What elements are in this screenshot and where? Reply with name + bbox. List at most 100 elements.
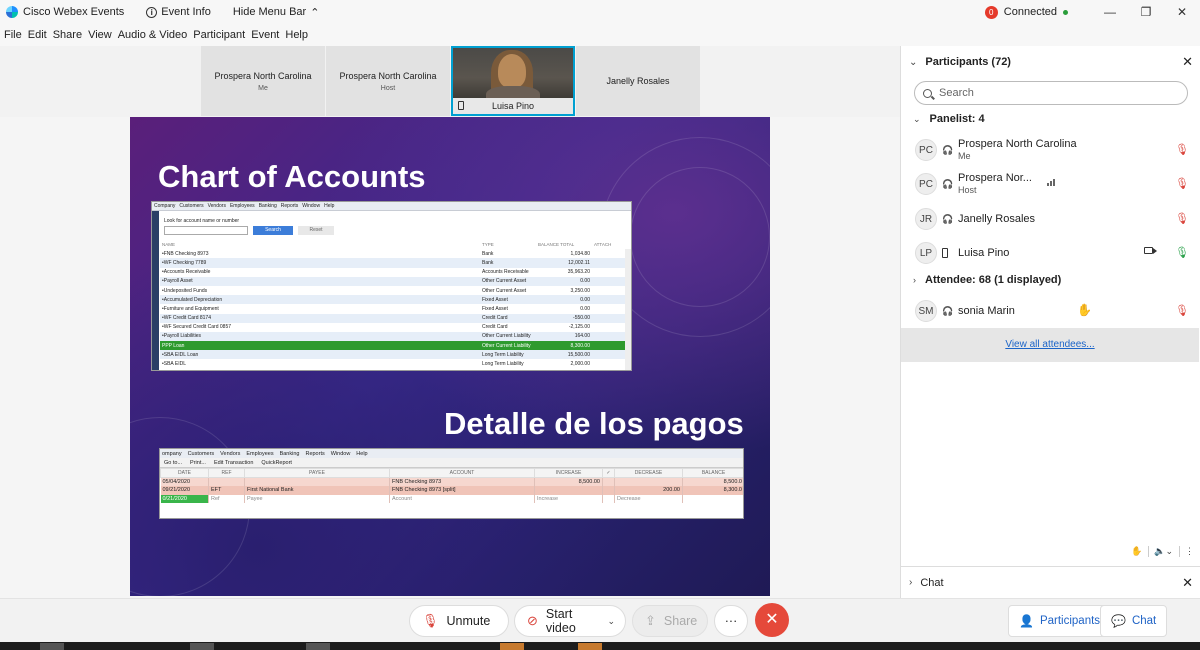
raise-hand-button[interactable]: ✋ (1126, 546, 1142, 557)
video-tile[interactable]: Janelly Rosales (576, 46, 700, 116)
account-name: •Payroll Asset (160, 276, 480, 286)
menu-view[interactable]: View (88, 29, 112, 41)
mic-icon[interactable]: 🎙 (1175, 246, 1189, 259)
table-row: •WF Secured Credit Card 0857 Credit Card -… (160, 323, 626, 332)
qb-side-tab (152, 211, 159, 370)
qb-reset-button: Reset (298, 226, 334, 235)
chat-header[interactable]: › Chat ✕ (901, 566, 1200, 598)
participant-row[interactable]: JR 🎧 Janelly Rosales 🎙 (901, 202, 1200, 236)
video-tile[interactable]: Prospera North Carolina Host (326, 46, 450, 116)
qb-menu-item: Reports (305, 450, 325, 457)
chevron-right-icon: › (913, 275, 916, 285)
register-check (602, 477, 615, 486)
panelist-group-label: Panelist: 4 (929, 113, 985, 125)
register-payee (244, 477, 390, 486)
close-window-button[interactable]: ✕ (1164, 5, 1200, 19)
meeting-stage: Prospera North Carolina Me Prospera Nort… (0, 46, 900, 598)
account-balance: 8,300.00 (536, 341, 592, 351)
event-info-button[interactable]: i Event Info (146, 6, 211, 18)
menu-participant[interactable]: Participant (193, 29, 245, 41)
attendee-group-header[interactable]: › Attendee: 68 (1 displayed) (913, 274, 1061, 286)
menu-share[interactable]: Share (53, 29, 82, 41)
qb-menu-item: Vendors (220, 450, 241, 457)
participants-panel: ⌄ Participants (72) ✕ Search ⌄ Panelist:… (900, 46, 1200, 598)
account-type: Credit Card (482, 324, 508, 331)
participant-row[interactable]: SM 🎧 sonia Marin ✋ 🎙 (901, 294, 1200, 328)
chat-toggle-button[interactable]: 💬 Chat (1100, 605, 1168, 637)
muted-mic-icon[interactable]: 🎙 (1175, 177, 1189, 190)
column-header: ✓ (602, 468, 615, 478)
register-date: 09/21/2020 (160, 486, 209, 495)
qb-menu-item: Banking (279, 450, 300, 457)
register-decrease (614, 477, 683, 486)
hide-menu-bar-button[interactable]: Hide Menu Bar ⌃ (233, 6, 320, 19)
register-ref (208, 477, 245, 486)
leave-meeting-button[interactable]: ✕ (755, 603, 789, 637)
register-balance (682, 494, 743, 503)
menu-edit[interactable]: Edit (28, 29, 47, 41)
close-participants-button[interactable]: ✕ (1182, 54, 1193, 70)
chevron-down-icon[interactable]: ⌄ (607, 616, 615, 627)
qb-menu-item: Help (356, 450, 368, 457)
start-video-label: Start video (545, 607, 576, 635)
participants-title: Participants (72) (925, 56, 1011, 68)
account-type: Credit Card (480, 313, 536, 323)
account-balance: 35,963.20 (567, 269, 590, 276)
start-video-button[interactable]: ⊘ Start video ⌄ (514, 605, 626, 637)
chevron-down-icon: ⌄ (913, 113, 921, 124)
qb-menu-item: Customers (179, 203, 204, 209)
share-button[interactable]: ⇪ Share (632, 605, 708, 637)
participant-row[interactable]: LP Luisa Pino 🎙 (901, 236, 1200, 270)
minimize-button[interactable]: — (1092, 5, 1128, 19)
register-increase: 8,500.00 (534, 477, 603, 486)
register-date: 05/04/2020 (160, 477, 209, 486)
menu-event[interactable]: Event (251, 29, 279, 41)
slide-title-chart-of-accounts: Chart of Accounts (158, 159, 426, 194)
more-options-icon[interactable]: ⋮ (1179, 546, 1194, 557)
view-all-attendees-link[interactable]: View all attendees... (901, 328, 1199, 362)
active-speaker-video-tile[interactable]: Luisa Pino (451, 46, 575, 116)
participant-row[interactable]: PC 🎧 Prospera North Carolina Me 🎙 (901, 133, 1200, 167)
video-tile-role: Host (380, 84, 396, 92)
column-header: PAYEE (244, 468, 390, 478)
video-feed (453, 48, 573, 99)
column-header: DECREASE (614, 468, 683, 478)
account-type: Other Current Asset (480, 276, 536, 286)
speaker-dropdown-button[interactable]: 🔈⌄ (1148, 546, 1173, 557)
account-balance: 12,002.11 (536, 258, 592, 268)
panelist-group-header[interactable]: ⌄ Panelist: 4 (913, 113, 985, 125)
more-options-label: ··· (724, 614, 738, 628)
qb-menu-item: Employees (229, 203, 255, 209)
account-name: •Furniture and Equipment (162, 305, 219, 312)
participant-name: Prospera Nor... (958, 172, 1032, 184)
account-name: •SBA EIDL (162, 361, 186, 368)
muted-mic-icon[interactable]: 🎙 (1175, 212, 1189, 225)
chevron-right-icon: › (909, 577, 913, 588)
table-row: 05/04/2020 FNB Checking 8973 8,500.00 8,… (160, 477, 743, 486)
table-row: •WF Credit Card 8174 Credit Card -550.00 (160, 313, 626, 323)
close-chat-button[interactable]: ✕ (1182, 575, 1193, 591)
muted-mic-icon[interactable]: 🎙 (1175, 143, 1189, 156)
participants-header[interactable]: ⌄ Participants (72) ✕ (901, 46, 1200, 78)
participant-row[interactable]: PC 🎧 Prospera Nor... Host 🎙 (901, 167, 1200, 201)
menu-help[interactable]: Help (285, 29, 308, 41)
menu-file[interactable]: File (4, 29, 22, 41)
restore-button[interactable]: ❐ (1128, 5, 1164, 19)
participant-search-input[interactable]: Search (914, 81, 1188, 105)
video-tile-name: Luisa Pino (491, 101, 535, 112)
muted-mic-icon[interactable]: 🎙 (1175, 304, 1189, 317)
video-camera-icon[interactable] (1144, 247, 1157, 254)
participants-toggle-button[interactable]: 👤 Participants (1008, 605, 1112, 637)
menu-audio-video[interactable]: Audio & Video (118, 29, 188, 41)
more-options-button[interactable]: ··· (714, 605, 748, 637)
account-type: Long Term Liability (482, 361, 524, 368)
video-strip: Prospera North Carolina Me Prospera Nort… (201, 46, 701, 117)
signal-strength-icon (1047, 179, 1055, 186)
account-type: Accounts Receivable (482, 269, 529, 276)
account-type: Other Current Asset (482, 287, 527, 294)
unmute-button[interactable]: 🎙 Unmute (409, 605, 509, 637)
account-name: •Accounts Receivable (162, 269, 211, 276)
register-increase: Increase (534, 494, 603, 503)
notification-badge[interactable]: 0 (984, 5, 998, 19)
video-tile[interactable]: Prospera North Carolina Me (201, 46, 325, 116)
